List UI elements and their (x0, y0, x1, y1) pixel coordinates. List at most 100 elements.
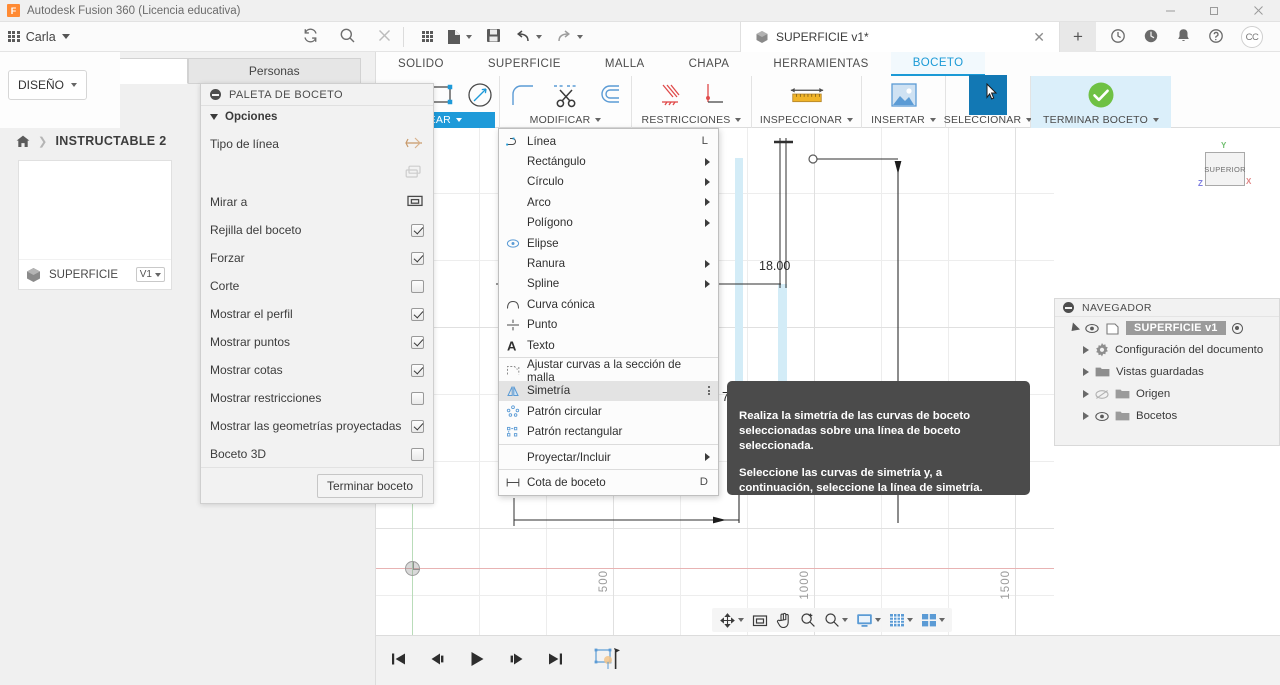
view-cube[interactable]: SUPERIOR Y X Z (1198, 141, 1251, 192)
expand-icon[interactable] (1083, 346, 1089, 354)
navigator-item-saved-views[interactable]: Vistas guardadas (1055, 361, 1279, 383)
panel-terminar-label[interactable]: TERMINAR BOCETO (1035, 112, 1167, 128)
tab-chapa[interactable]: CHAPA (667, 52, 752, 76)
team-selector[interactable]: Carla (8, 30, 70, 44)
breadcrumb-project[interactable]: INSTRUCTABLE 2 (56, 134, 167, 148)
tab-malla[interactable]: MALLA (583, 52, 667, 76)
menu-item-cota-de-boceto[interactable]: Cota de boceto D (499, 472, 718, 492)
new-tab-button[interactable]: + (1060, 22, 1096, 52)
palette-row-show-points[interactable]: Mostrar puntos (201, 328, 433, 356)
search-icon[interactable] (339, 27, 356, 47)
palette-row-show-dimensions[interactable]: Mostrar cotas (201, 356, 433, 384)
expand-icon[interactable] (1083, 412, 1089, 420)
menu-item-ranura[interactable]: Ranura (499, 253, 718, 273)
finish-sketch-icon[interactable] (1082, 78, 1120, 112)
tab-herramientas[interactable]: HERRAMIENTAS (751, 52, 890, 76)
avatar[interactable]: CC (1241, 26, 1263, 48)
palette-row-3d-sketch[interactable]: Boceto 3D (201, 440, 433, 468)
palette-row-line-type[interactable]: Tipo de línea (201, 130, 433, 158)
look-at-icon[interactable] (406, 193, 424, 211)
close-panel-icon[interactable] (376, 27, 393, 47)
menu-item-texto[interactable]: A Texto (499, 335, 718, 355)
notifications-icon[interactable] (1176, 28, 1191, 47)
menu-item-arco[interactable]: Arco (499, 192, 718, 212)
menu-item-linea[interactable]: Línea L (499, 131, 718, 151)
perpendicular-constraint-icon[interactable] (694, 78, 732, 112)
menu-item-spline[interactable]: Spline (499, 274, 718, 294)
viewports-icon[interactable] (918, 611, 948, 630)
navigator-item-sketches[interactable]: Bocetos (1055, 405, 1279, 427)
menu-item-circulo[interactable]: Círculo (499, 172, 718, 192)
palette-row-look-at[interactable]: Mirar a (201, 188, 433, 216)
collapse-icon[interactable] (210, 89, 221, 100)
menu-item-punto[interactable]: Punto (499, 315, 718, 335)
circle-tool-icon[interactable] (461, 78, 499, 112)
expand-icon[interactable] (1067, 321, 1081, 335)
collapse-icon[interactable] (1063, 302, 1074, 313)
palette-row-show-projected[interactable]: Mostrar las geometrías proyectadas (201, 412, 433, 440)
panel-restricciones-label[interactable]: RESTRICCIONES (636, 112, 747, 128)
expand-icon[interactable] (1083, 390, 1089, 398)
fix-constraint-icon[interactable] (652, 78, 690, 112)
look-at-icon[interactable] (749, 611, 771, 630)
refresh-icon[interactable] (302, 27, 319, 47)
menu-item-poligono[interactable]: Polígono (499, 213, 718, 233)
display-settings-icon[interactable] (853, 611, 884, 630)
origin-point[interactable] (405, 561, 420, 576)
new-file-button[interactable] (447, 29, 473, 45)
measure-tool-icon[interactable] (788, 78, 826, 112)
snap-checkbox[interactable] (411, 251, 424, 265)
fillet-tool-icon[interactable] (505, 78, 543, 112)
view-cube-face[interactable]: SUPERIOR (1204, 152, 1245, 186)
zoom-icon[interactable] (821, 610, 851, 630)
grid-icon[interactable] (421, 30, 434, 43)
play-button[interactable] (468, 650, 486, 671)
slice-checkbox[interactable] (411, 279, 424, 293)
menu-item-rectangulo[interactable]: Rectángulo (499, 151, 718, 171)
tab-solido[interactable]: SOLIDO (376, 52, 466, 76)
tab-personas[interactable]: Personas (187, 58, 361, 84)
overflow-icon[interactable] (708, 386, 710, 396)
grid-snaps-icon[interactable] (886, 611, 916, 630)
go-to-end-button[interactable] (546, 651, 564, 670)
go-to-beginning-button[interactable] (390, 651, 408, 670)
show-constraints-checkbox[interactable] (411, 391, 424, 405)
history-icon[interactable] (1110, 28, 1126, 47)
show-points-checkbox[interactable] (411, 335, 424, 349)
finish-sketch-button[interactable]: Terminar boceto (316, 473, 423, 498)
menu-item-ajustar-curvas[interactable]: Ajustar curvas a la sección de malla (499, 358, 718, 384)
version-selector[interactable]: V1 (135, 267, 165, 282)
show-projected-checkbox[interactable] (411, 419, 424, 433)
offset-tool-icon[interactable] (589, 78, 627, 112)
menu-item-patron-rectangular[interactable]: Patrón rectangular (499, 421, 718, 441)
minimize-icon[interactable] (1148, 0, 1192, 22)
panel-inspeccionar-label[interactable]: INSPECCIONAR (756, 112, 857, 128)
palette-row-show-constraints[interactable]: Mostrar restricciones (201, 384, 433, 412)
document-tab[interactable]: SUPERFICIE v1* ✕ (740, 22, 1060, 52)
redo-button[interactable] (556, 29, 584, 44)
orbit-icon[interactable] (716, 610, 747, 631)
sketch-feature-icon[interactable] (594, 646, 622, 675)
tab-boceto[interactable]: BOCETO (890, 52, 986, 76)
menu-item-patron-circular[interactable]: Patrón circular (499, 401, 718, 421)
pan-icon[interactable] (773, 610, 795, 631)
panel-insertar-label[interactable]: INSERTAR (866, 112, 941, 128)
palette-row-construction[interactable] (201, 158, 433, 188)
select-tool-icon[interactable] (969, 75, 1007, 115)
construction-icon[interactable] (404, 164, 424, 183)
show-dimensions-checkbox[interactable] (411, 363, 424, 377)
undo-button[interactable] (515, 29, 543, 44)
menu-item-curva-conica[interactable]: Curva cónica (499, 294, 718, 314)
navigator-root-row[interactable]: SUPERFICIE v1 (1055, 317, 1279, 339)
step-forward-button[interactable] (506, 651, 526, 670)
palette-row-show-profile[interactable]: Mostrar el perfil (201, 300, 433, 328)
menu-item-elipse[interactable]: Elipse (499, 233, 718, 253)
3d-sketch-checkbox[interactable] (411, 447, 424, 461)
zoom-window-icon[interactable] (797, 610, 819, 630)
panel-terminar-boceto[interactable]: TERMINAR BOCETO (1031, 76, 1171, 128)
panel-modificar-label[interactable]: MODIFICAR (504, 112, 627, 128)
line-type-icon[interactable] (404, 135, 424, 154)
activate-component-icon[interactable] (1231, 322, 1243, 334)
step-back-button[interactable] (428, 651, 448, 670)
project-file-card[interactable]: SUPERFICIE V1 (18, 160, 172, 290)
